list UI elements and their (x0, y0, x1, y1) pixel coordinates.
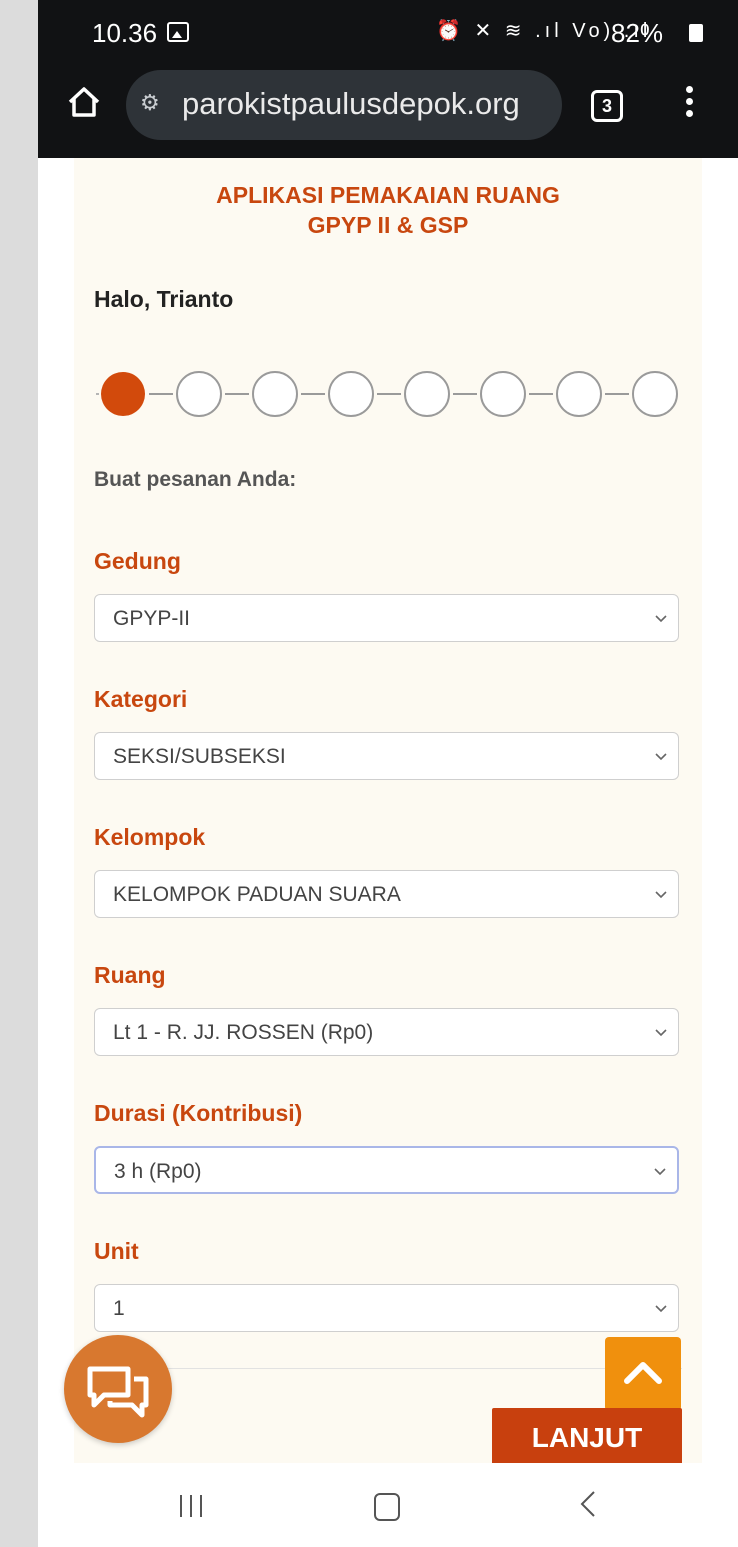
battery-icon (689, 24, 703, 42)
step-dot-4 (328, 371, 374, 417)
field-label-unit: Unit (94, 1238, 139, 1264)
durasi-select[interactable]: 3 h (Rp0) (94, 1146, 679, 1194)
kategori-select[interactable]: SEKSI/SUBSEKSI (94, 732, 679, 780)
kelompok-value: KELOMPOK PADUAN SUARA (113, 883, 401, 906)
battery-level: 82% (611, 18, 664, 48)
booking-form-card: APLIKASI PEMAKAIAN RUANG GPYP II & GSP H… (74, 158, 702, 1463)
ruang-select[interactable]: Lt 1 - R. JJ. ROSSEN (Rp0) (94, 1008, 679, 1056)
chevron-down-icon (655, 1305, 667, 1313)
step-dot-2 (176, 371, 222, 417)
chat-button[interactable] (64, 1335, 172, 1443)
field-label-gedung: Gedung (94, 548, 181, 574)
status-bar: 10.36 ⏰ ✕ ≋ .ıl Vo) .ıl 82% (38, 0, 738, 62)
step-dot-1 (101, 372, 145, 416)
gedung-value: GPYP-II (113, 607, 191, 630)
site-info-icon[interactable]: ⚙ (140, 90, 160, 116)
progress-stepper (96, 371, 678, 417)
page-title: APLIKASI PEMAKAIAN RUANG GPYP II & GSP (74, 180, 702, 240)
kelompok-select[interactable]: KELOMPOK PADUAN SUARA (94, 870, 679, 918)
android-nav-bar (38, 1463, 738, 1547)
chevron-down-icon (655, 891, 667, 899)
chevron-down-icon (655, 1029, 667, 1037)
durasi-value: 3 h (Rp0) (114, 1160, 202, 1183)
step-dot-3 (252, 371, 298, 417)
form-divider (94, 1368, 682, 1369)
instruction-text: Buat pesanan Anda: (94, 468, 297, 491)
browser-toolbar: ⚙ parokistpaulusdepok.org 3 (38, 62, 738, 158)
chevron-up-icon (624, 1362, 662, 1384)
phone-screen: 10.36 ⏰ ✕ ≋ .ıl Vo) .ıl 82% ⚙ parokistpa… (38, 0, 738, 1547)
step-dot-8 (632, 371, 678, 417)
title-line-1: APLIKASI PEMAKAIAN RUANG (216, 182, 560, 208)
unit-value: 1 (113, 1297, 125, 1320)
chevron-down-icon (655, 615, 667, 623)
field-label-ruang: Ruang (94, 962, 166, 988)
title-line-2: GPYP II & GSP (307, 212, 469, 238)
chat-icon (87, 1366, 149, 1418)
gedung-select[interactable]: GPYP-II (94, 594, 679, 642)
home-nav-icon[interactable] (374, 1493, 400, 1521)
kategori-value: SEKSI/SUBSEKSI (113, 745, 286, 768)
greeting: Halo, Trianto (94, 286, 234, 312)
page-content: APLIKASI PEMAKAIAN RUANG GPYP II & GSP H… (38, 158, 738, 1463)
scroll-top-button[interactable] (605, 1337, 681, 1411)
field-label-kategori: Kategori (94, 686, 188, 712)
step-dot-6 (480, 371, 526, 417)
back-icon[interactable] (574, 1489, 604, 1519)
ruang-value: Lt 1 - R. JJ. ROSSEN (Rp0) (113, 1021, 374, 1044)
field-label-kelompok: Kelompok (94, 824, 206, 850)
address-bar[interactable]: ⚙ parokistpaulusdepok.org (126, 70, 562, 140)
recent-apps-icon[interactable] (176, 1491, 206, 1521)
menu-icon[interactable] (683, 82, 695, 130)
chevron-down-icon (655, 753, 667, 761)
home-icon[interactable] (64, 82, 104, 122)
tabs-icon[interactable]: 3 (591, 90, 623, 122)
step-dot-7 (556, 371, 602, 417)
step-dot-5 (404, 371, 450, 417)
unit-select[interactable]: 1 (94, 1284, 679, 1332)
chevron-down-icon (654, 1168, 666, 1176)
status-time: 10.36 (92, 18, 158, 48)
gallery-notification-icon (167, 22, 189, 42)
url-text[interactable]: parokistpaulusdepok.org (182, 86, 520, 122)
field-label-durasi: Durasi (Kontribusi) (94, 1100, 303, 1126)
next-button[interactable]: LANJUT (492, 1408, 682, 1468)
